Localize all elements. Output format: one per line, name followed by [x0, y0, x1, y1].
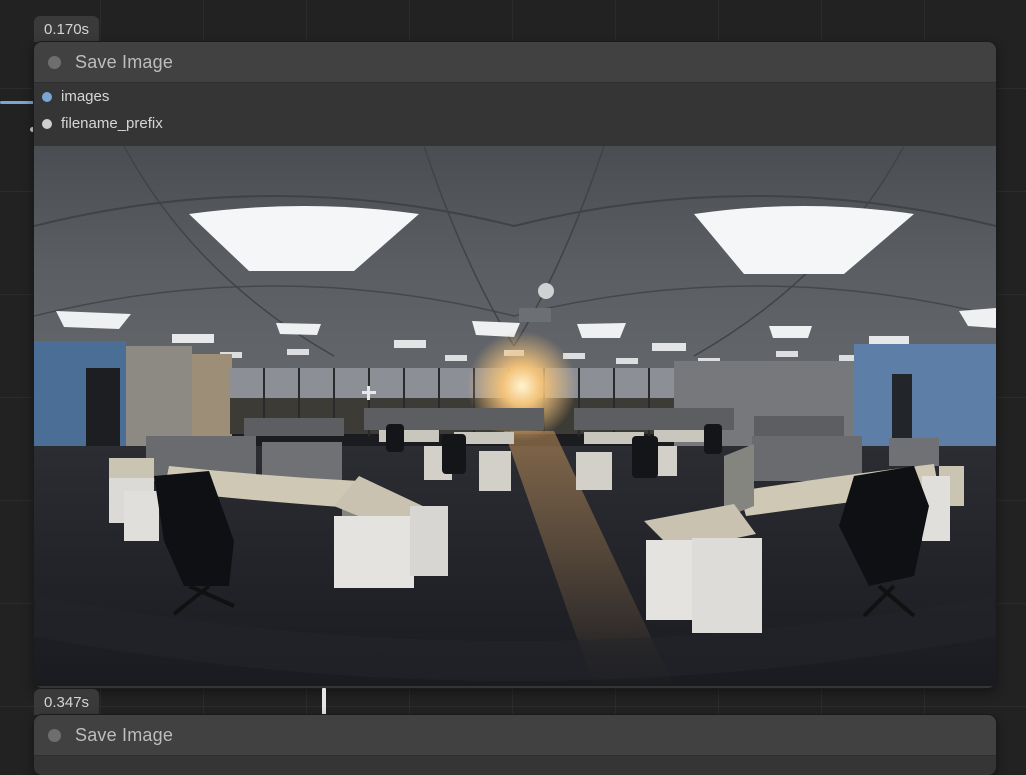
input-slot-filename-prefix[interactable]: filename_prefix [34, 110, 996, 137]
collapse-toggle-icon[interactable] [48, 728, 61, 742]
images-link-wire[interactable] [0, 101, 36, 104]
input-slot-label: images [61, 88, 110, 105]
node-header[interactable]: Save Image [34, 42, 996, 83]
node-title: Save Image [75, 724, 174, 745]
node-title: Save Image [75, 51, 174, 72]
execution-time-badge: 0.170s [34, 16, 100, 42]
execution-time-badge: 0.347s [34, 689, 100, 715]
save-image-node[interactable]: Save Image [34, 715, 996, 775]
input-slot-images[interactable]: images [34, 83, 996, 110]
input-slot-dot-icon[interactable] [42, 118, 52, 129]
node-header[interactable]: Save Image [34, 715, 996, 756]
save-image-node[interactable]: Save Image images filename_prefix [34, 42, 996, 688]
input-slot-dot-icon[interactable] [42, 91, 52, 102]
resize-handle[interactable] [322, 688, 326, 715]
collapse-toggle-icon[interactable] [48, 55, 61, 69]
input-slot-label: filename_prefix [61, 115, 163, 132]
image-preview[interactable] [34, 146, 996, 686]
